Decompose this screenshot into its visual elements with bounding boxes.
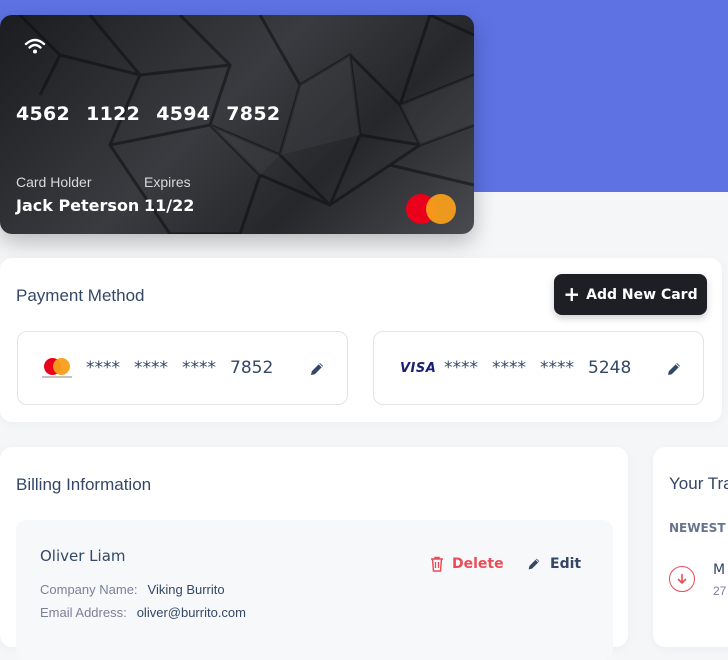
transactions-panel: Your Tra NEWEST M 27 — [653, 447, 728, 647]
billing-information-title: Billing Information — [16, 475, 152, 494]
visa-logo: VISA — [400, 361, 437, 376]
card-holder-label: Card Holder — [16, 174, 92, 190]
mask-group: **** — [182, 358, 216, 378]
mask-group: **** — [86, 358, 120, 378]
card-mask: **** **** **** 5248 — [444, 358, 631, 378]
card-number-group: 4562 — [16, 103, 71, 125]
saved-card-mastercard[interactable]: **** **** **** 7852 — [17, 331, 348, 405]
add-new-card-label: Add New Card — [586, 286, 698, 303]
card-number: 4562 1122 4594 7852 — [16, 103, 280, 125]
billing-information-panel: Billing Information Oliver Liam Delete E… — [0, 447, 628, 660]
trash-icon — [431, 556, 443, 572]
mask-group: **** — [444, 358, 478, 378]
card-number-group: 7852 — [226, 103, 281, 125]
mask-group: **** — [492, 358, 526, 378]
billing-entry-name: Oliver Liam — [40, 547, 126, 565]
card-holder-name: Jack Peterson — [16, 196, 140, 215]
mask-group: **** — [134, 358, 168, 378]
company-label: Company Name: — [40, 582, 138, 597]
pencil-icon — [528, 558, 540, 570]
card-expires-label: Expires — [144, 174, 191, 190]
mask-group: **** — [540, 358, 574, 378]
email-label: Email Address: — [40, 605, 127, 620]
delete-button[interactable]: Delete — [430, 556, 504, 572]
credit-card: 4562 1122 4594 7852 Card Holder Jack Pet… — [0, 15, 474, 234]
email-row: Email Address: oliver@burrito.com — [40, 605, 246, 620]
add-new-card-button[interactable]: + Add New Card — [554, 274, 707, 315]
card-mask: **** **** **** 7852 — [86, 358, 273, 378]
billing-entry: Oliver Liam Delete Edit Company Name: Vi… — [16, 520, 613, 660]
plus-icon: + — [563, 281, 581, 306]
mastercard-logo — [42, 356, 72, 382]
card-last4: 5248 — [588, 358, 632, 378]
transaction-name: M — [713, 562, 726, 578]
transactions-section-label: NEWEST — [669, 521, 726, 535]
wifi-icon — [24, 38, 46, 54]
mastercard-logo — [406, 193, 458, 227]
card-number-group: 1122 — [86, 103, 141, 125]
transaction-date: 27 — [713, 584, 727, 598]
payment-method-title: Payment Method — [16, 286, 145, 305]
edit-button[interactable]: Edit — [526, 556, 581, 572]
saved-card-visa[interactable]: VISA **** **** **** 5248 — [373, 331, 704, 405]
card-last4: 7852 — [230, 358, 274, 378]
card-expires-value: 11/22 — [144, 196, 195, 215]
transactions-title: Your Tra — [669, 474, 728, 493]
edit-label: Edit — [550, 556, 582, 572]
pencil-icon[interactable] — [665, 360, 683, 378]
company-row: Company Name: Viking Burrito — [40, 582, 225, 597]
payment-method-panel: Payment Method + Add New Card **** **** … — [0, 258, 722, 422]
card-number-group: 4594 — [156, 103, 211, 125]
delete-label: Delete — [452, 556, 504, 572]
arrow-down-icon — [669, 566, 695, 592]
company-value: Viking Burrito — [147, 582, 225, 597]
pencil-icon[interactable] — [308, 360, 326, 378]
email-value: oliver@burrito.com — [136, 605, 246, 620]
